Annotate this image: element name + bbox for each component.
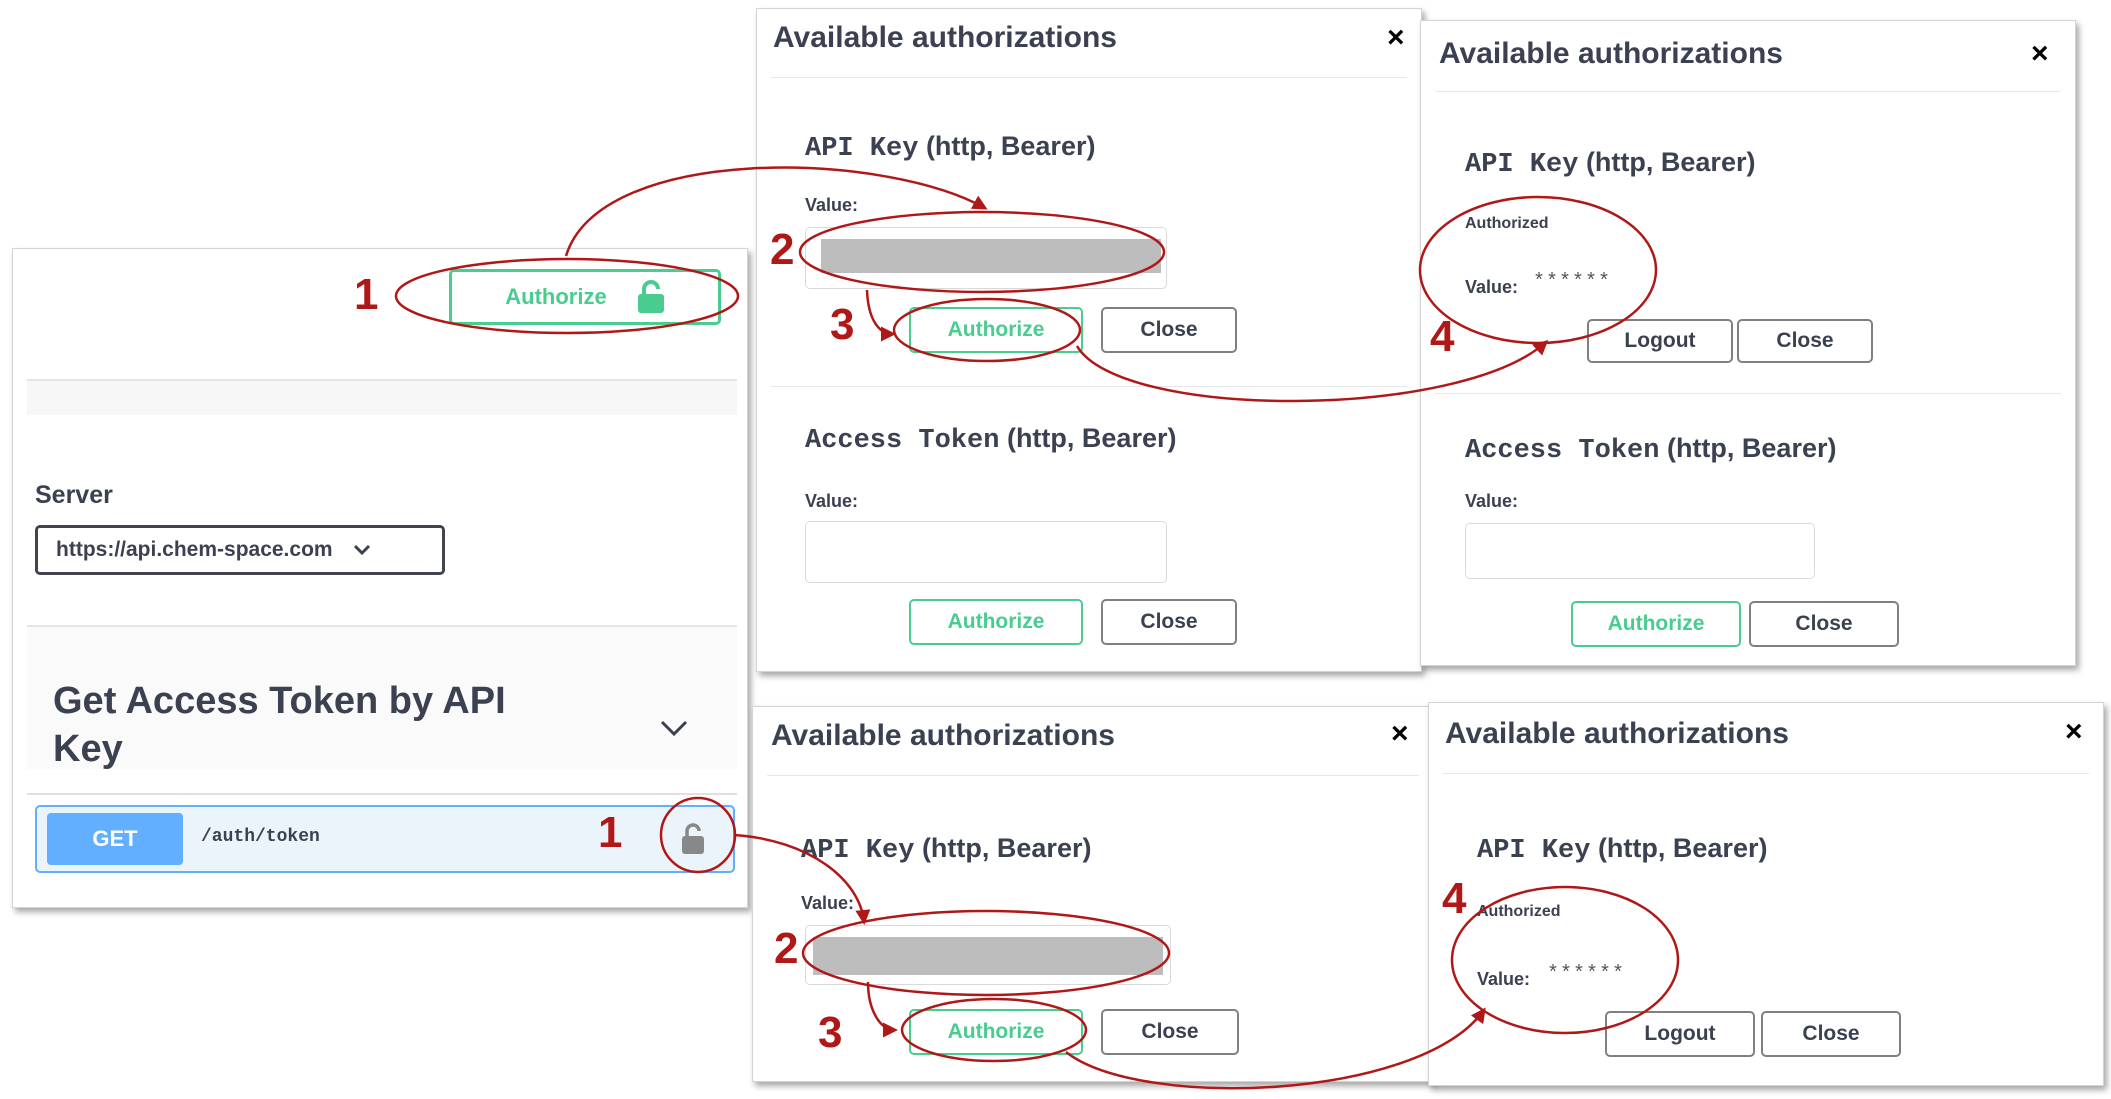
access-token-input[interactable] <box>1465 523 1815 579</box>
step-number: 4 <box>1442 874 1467 923</box>
value-label: Value: <box>805 195 859 215</box>
masked-value: ****** <box>1547 963 1626 986</box>
close-button[interactable]: Close <box>1101 1009 1239 1055</box>
access-token-heading: Access Token (http, Bearer) <box>805 423 1177 456</box>
api-key-heading: API Key (http, Bearer) <box>1477 833 1768 866</box>
api-key-heading: API Key (http, Bearer) <box>805 131 1096 164</box>
authorize-button-label: Authorize <box>505 284 607 309</box>
authorized-label: Authorized <box>1465 215 1549 232</box>
chevron-down-icon[interactable] <box>659 719 689 739</box>
authorize-button[interactable]: Authorize <box>909 1009 1083 1055</box>
server-select[interactable]: https://api.chem-space.com <box>35 525 445 575</box>
step-number: 2 <box>774 924 799 973</box>
api-key-heading: API Key (http, Bearer) <box>1465 147 1756 180</box>
server-select-value: https://api.chem-space.com <box>56 538 333 561</box>
close-button[interactable]: Close <box>1101 307 1237 353</box>
authorize-button[interactable]: Authorize <box>1571 601 1741 647</box>
info-strip <box>27 381 737 415</box>
operation-row[interactable]: GET /auth/token <box>35 805 735 873</box>
authorize-button[interactable]: Authorize <box>909 307 1083 353</box>
divider <box>1443 773 2089 774</box>
close-button[interactable]: Close <box>1101 599 1237 645</box>
auth-dialog-a: Available authorizations × API Key (http… <box>756 8 1422 672</box>
method-badge: GET <box>47 813 183 865</box>
divider <box>27 793 737 795</box>
api-key-heading: API Key (http, Bearer) <box>801 833 1092 866</box>
step-number: 3 <box>818 1008 843 1057</box>
divider <box>767 775 1419 776</box>
value-label: Value: <box>1465 277 1519 297</box>
auth-dialog-d: Available authorizations × API Key (http… <box>1428 702 2104 1086</box>
close-button[interactable]: Close <box>1749 601 1899 647</box>
dialog-title: Available authorizations <box>1445 717 1789 750</box>
value-label: Value: <box>1465 491 1519 511</box>
operation-path: /auth/token <box>201 827 320 847</box>
value-label: Value: <box>1477 969 1531 989</box>
close-icon[interactable]: × <box>2031 39 2049 69</box>
authorized-label: Authorized <box>1477 903 1561 920</box>
redacted-value <box>821 239 1161 273</box>
authorize-button[interactable]: Authorize <box>909 599 1083 645</box>
logout-button[interactable]: Logout <box>1605 1011 1755 1057</box>
dialog-title: Available authorizations <box>771 719 1115 752</box>
logout-button[interactable]: Logout <box>1587 319 1733 363</box>
step-number: 1 <box>354 270 379 319</box>
close-button[interactable]: Close <box>1737 319 1873 363</box>
close-icon[interactable]: × <box>1391 719 1409 749</box>
close-icon[interactable]: × <box>1387 23 1405 53</box>
close-button[interactable]: Close <box>1761 1011 1901 1057</box>
divider <box>1435 91 2061 92</box>
tag-title[interactable]: Get Access Token by API Key <box>53 677 573 773</box>
step-number: 4 <box>1430 312 1455 361</box>
dialog-title: Available authorizations <box>773 21 1117 54</box>
value-label: Value: <box>801 893 855 913</box>
swagger-ui-panel: Authorize Server https://api.chem-space.… <box>12 248 748 908</box>
step-number: 2 <box>770 225 795 274</box>
auth-dialog-c: Available authorizations × API Key (http… <box>752 706 1434 1082</box>
step-number: 3 <box>830 300 855 349</box>
access-token-heading: Access Token (http, Bearer) <box>1465 433 1837 466</box>
chevron-down-icon <box>353 544 370 556</box>
value-label: Value: <box>805 491 859 511</box>
step-number: 1 <box>598 808 623 857</box>
unlocked-icon[interactable] <box>681 823 705 855</box>
auth-dialog-b: Available authorizations × API Key (http… <box>1420 20 2076 666</box>
divider <box>1435 393 2061 394</box>
unlocked-icon <box>637 280 664 313</box>
masked-value: ****** <box>1533 271 1612 294</box>
authorize-button[interactable]: Authorize <box>449 269 721 325</box>
close-icon[interactable]: × <box>2065 717 2083 747</box>
divider <box>771 77 1407 78</box>
divider <box>771 386 1407 387</box>
dialog-title: Available authorizations <box>1439 37 1783 70</box>
access-token-input[interactable] <box>805 521 1167 583</box>
redacted-value <box>813 937 1163 975</box>
server-label: Server <box>35 481 113 509</box>
